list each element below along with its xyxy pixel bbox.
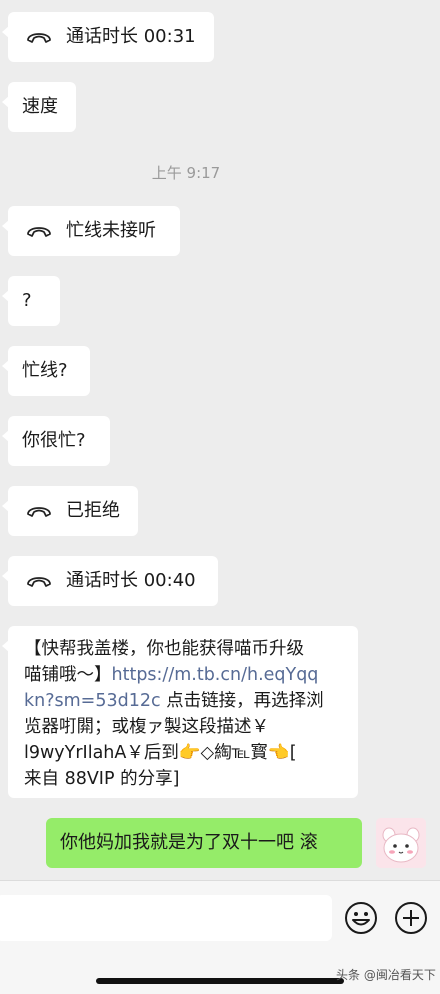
share-line: 来自 88VIP 的分享] bbox=[24, 769, 180, 789]
share-line: l9wyYrIlahA￥后到👉◇綯℡寳👈[ bbox=[24, 743, 297, 763]
call-record-bubble[interactable]: 已拒绝 bbox=[2, 486, 138, 536]
call-record-bubble[interactable]: 忙线未接听 bbox=[2, 206, 180, 256]
call-record-bubble[interactable]: 通话时长 00:40 bbox=[2, 556, 218, 606]
message-input[interactable] bbox=[0, 895, 332, 941]
share-link[interactable]: https://m.tb.cn/h.eqYqq bbox=[112, 665, 319, 685]
share-line: 览器咑閞；或椱ァ製这段描述￥ bbox=[24, 717, 269, 737]
phone-hangup-icon bbox=[27, 33, 51, 43]
avatar[interactable] bbox=[376, 818, 426, 868]
share-line: 喵铺哦～】https://m.tb.cn/h.eqYqq bbox=[24, 662, 344, 688]
message-text: 你他妈加我就是为了双十一吧 滚 bbox=[60, 832, 318, 853]
share-text: 喵铺哦～】 bbox=[24, 665, 112, 685]
share-line: kn?sm=53d12c 点击链接，再选择浏 bbox=[24, 688, 344, 714]
avatar-image bbox=[376, 818, 426, 868]
phone-hangup-icon bbox=[27, 227, 51, 237]
message-bubble[interactable]: ? bbox=[2, 276, 60, 326]
share-line: 【快帮我盖楼，你也能获得喵币升级 bbox=[24, 639, 304, 659]
message-bubble[interactable]: 你很忙? bbox=[2, 416, 110, 466]
message-text: 速度 bbox=[22, 96, 58, 117]
emoji-icon[interactable] bbox=[344, 901, 378, 935]
message-bubble[interactable]: 忙线? bbox=[2, 346, 90, 396]
outgoing-message-bubble[interactable]: 你他妈加我就是为了双十一吧 滚 bbox=[46, 818, 362, 868]
message-text: 你很忙? bbox=[22, 430, 86, 451]
plus-icon[interactable] bbox=[394, 901, 428, 935]
phone-hangup-icon bbox=[27, 577, 51, 587]
call-status-text: 忙线未接听 bbox=[66, 220, 156, 241]
watermark: 头条 @闽冶看天下 bbox=[336, 968, 436, 982]
share-text: 点击链接，再选择浏 bbox=[160, 691, 324, 711]
message-text: 忙线? bbox=[22, 360, 68, 381]
call-duration-text: 通话时长 00:31 bbox=[66, 26, 196, 47]
share-message-bubble[interactable]: 【快帮我盖楼，你也能获得喵币升级 喵铺哦～】https://m.tb.cn/h.… bbox=[2, 626, 358, 798]
share-link[interactable]: kn?sm=53d12c bbox=[24, 691, 161, 711]
home-indicator[interactable] bbox=[96, 978, 344, 984]
message-bubble[interactable]: 速度 bbox=[2, 82, 76, 132]
call-status-text: 已拒绝 bbox=[66, 500, 120, 521]
phone-hangup-icon bbox=[27, 507, 51, 517]
timestamp: 上午 9:17 bbox=[151, 164, 221, 182]
call-record-bubble[interactable]: 通话时长 00:31 bbox=[2, 12, 214, 62]
message-text: ? bbox=[22, 290, 32, 311]
call-duration-text: 通话时长 00:40 bbox=[66, 570, 196, 591]
